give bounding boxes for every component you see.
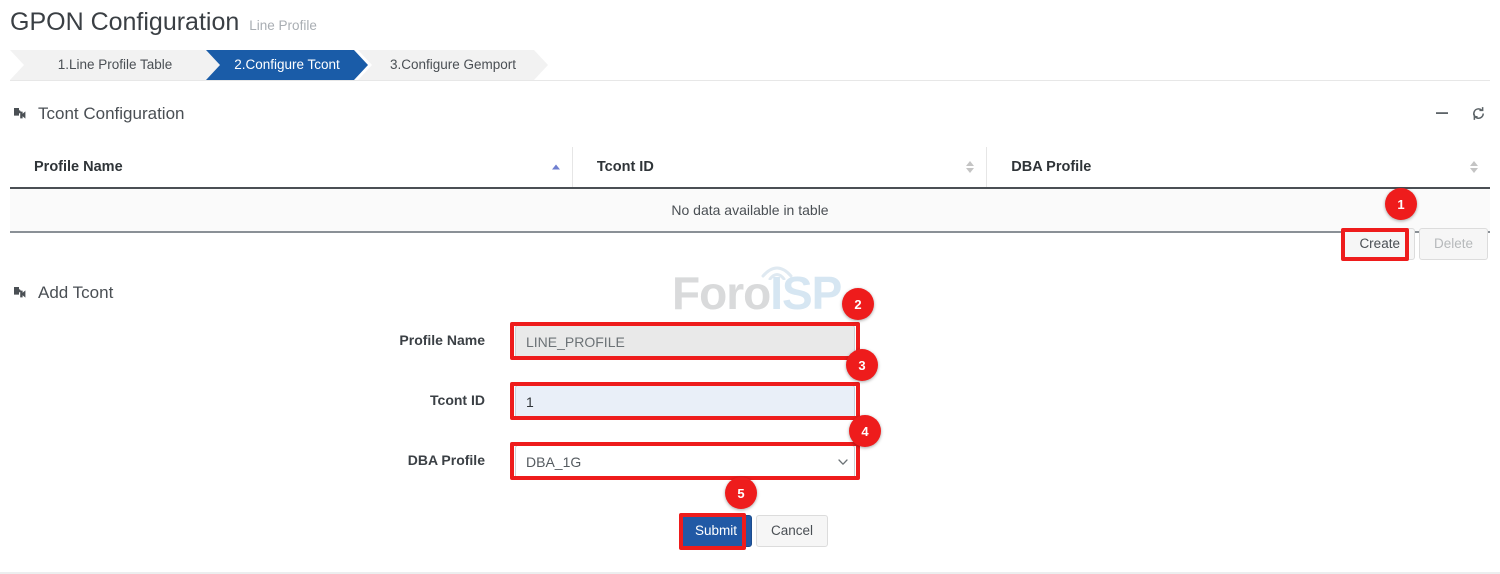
- sort-desc-arrow-icon: [966, 168, 974, 173]
- wifi-arc-icon: [760, 260, 794, 280]
- label-dba-profile: DBA Profile: [300, 452, 485, 468]
- tcont-table-body: No data available in table: [10, 188, 1490, 232]
- watermark-foro: Foro: [672, 267, 770, 319]
- label-tcont-id: Tcont ID: [300, 392, 485, 408]
- annotation-badge-1: 1: [1385, 188, 1417, 220]
- tcont-configuration-title: Tcont Configuration: [38, 104, 184, 124]
- column-header-tcont-id-label: Tcont ID: [597, 159, 654, 175]
- sort-indicator-tcont-id: [966, 161, 974, 173]
- gpon-configuration-page: ForoISP GPON Configuration Line Profile …: [0, 0, 1500, 574]
- puzzle-icon: [12, 285, 29, 302]
- label-profile-name: Profile Name: [300, 332, 485, 348]
- wizard-step-line-profile-table[interactable]: 1.Line Profile Table: [10, 50, 220, 80]
- profile-name-input[interactable]: [515, 325, 855, 359]
- add-tcont-title: Add Tcont: [38, 283, 113, 303]
- form-row-tcont-id: Tcont ID: [0, 378, 1500, 438]
- add-tcont-heading: Add Tcont: [12, 283, 113, 303]
- create-button[interactable]: Create: [1344, 228, 1415, 260]
- minus-icon[interactable]: [1434, 105, 1450, 121]
- sort-asc-arrow-icon: [552, 165, 560, 170]
- tcont-table: Profile Name Tcont ID DBA Profile: [10, 147, 1490, 233]
- page-title: GPON Configuration: [10, 10, 239, 35]
- watermark-isp: ISP: [770, 267, 841, 319]
- refresh-icon[interactable]: [1470, 105, 1486, 121]
- column-header-dba-profile[interactable]: DBA Profile: [987, 147, 1490, 188]
- wizard-step-configure-tcont[interactable]: 2.Configure Tcont: [206, 50, 368, 80]
- tcont-id-input[interactable]: [515, 385, 855, 419]
- page-subtitle: Line Profile: [249, 19, 317, 33]
- delete-button: Delete: [1419, 228, 1488, 260]
- sort-desc-arrow-icon: [1470, 168, 1478, 173]
- cancel-button[interactable]: Cancel: [756, 515, 828, 547]
- annotation-badge-4: 4: [849, 415, 881, 447]
- form-buttons: Submit Cancel: [680, 515, 828, 547]
- sort-asc-arrow-icon: [966, 161, 974, 166]
- tcont-configuration-heading: Tcont Configuration: [12, 104, 184, 124]
- watermark-text: ForoISP: [672, 270, 841, 316]
- foroisp-watermark: ForoISP: [672, 262, 832, 322]
- wizard-step-configure-gemport[interactable]: 3.Configure Gemport: [358, 50, 548, 80]
- form-row-profile-name: Profile Name: [0, 318, 1500, 378]
- sort-indicator-profile-name: [552, 165, 560, 170]
- table-header-row: Profile Name Tcont ID DBA Profile: [10, 147, 1490, 188]
- table-action-buttons: Create Delete: [1344, 228, 1488, 260]
- add-tcont-form: Profile Name Tcont ID DBA Profile DBA_1G: [0, 318, 1500, 498]
- sort-asc-arrow-icon: [1470, 161, 1478, 166]
- column-header-dba-profile-label: DBA Profile: [1011, 159, 1091, 175]
- tcont-table-head: Profile Name Tcont ID DBA Profile: [10, 147, 1490, 188]
- dba-profile-select[interactable]: DBA_1G: [515, 445, 855, 479]
- wizard-steps: 1.Line Profile Table 2.Configure Tcont 3…: [10, 50, 1490, 90]
- column-header-profile-name-label: Profile Name: [34, 159, 123, 175]
- tcont-table-wrap: Profile Name Tcont ID DBA Profile: [10, 147, 1490, 233]
- annotation-badge-5: 5: [725, 477, 757, 509]
- panel-tools: [1434, 105, 1486, 121]
- annotation-badge-3: 3: [846, 349, 878, 381]
- sort-indicator-dba-profile: [1470, 161, 1478, 173]
- table-empty-message: No data available in table: [10, 188, 1490, 232]
- wizard-track-line: [10, 80, 1490, 81]
- annotation-badge-2: 2: [842, 288, 874, 320]
- column-header-tcont-id[interactable]: Tcont ID: [572, 147, 986, 188]
- column-header-profile-name[interactable]: Profile Name: [10, 147, 572, 188]
- puzzle-icon: [12, 106, 29, 123]
- table-row-empty: No data available in table: [10, 188, 1490, 232]
- page-header: GPON Configuration Line Profile: [10, 10, 317, 35]
- submit-button[interactable]: Submit: [680, 515, 752, 547]
